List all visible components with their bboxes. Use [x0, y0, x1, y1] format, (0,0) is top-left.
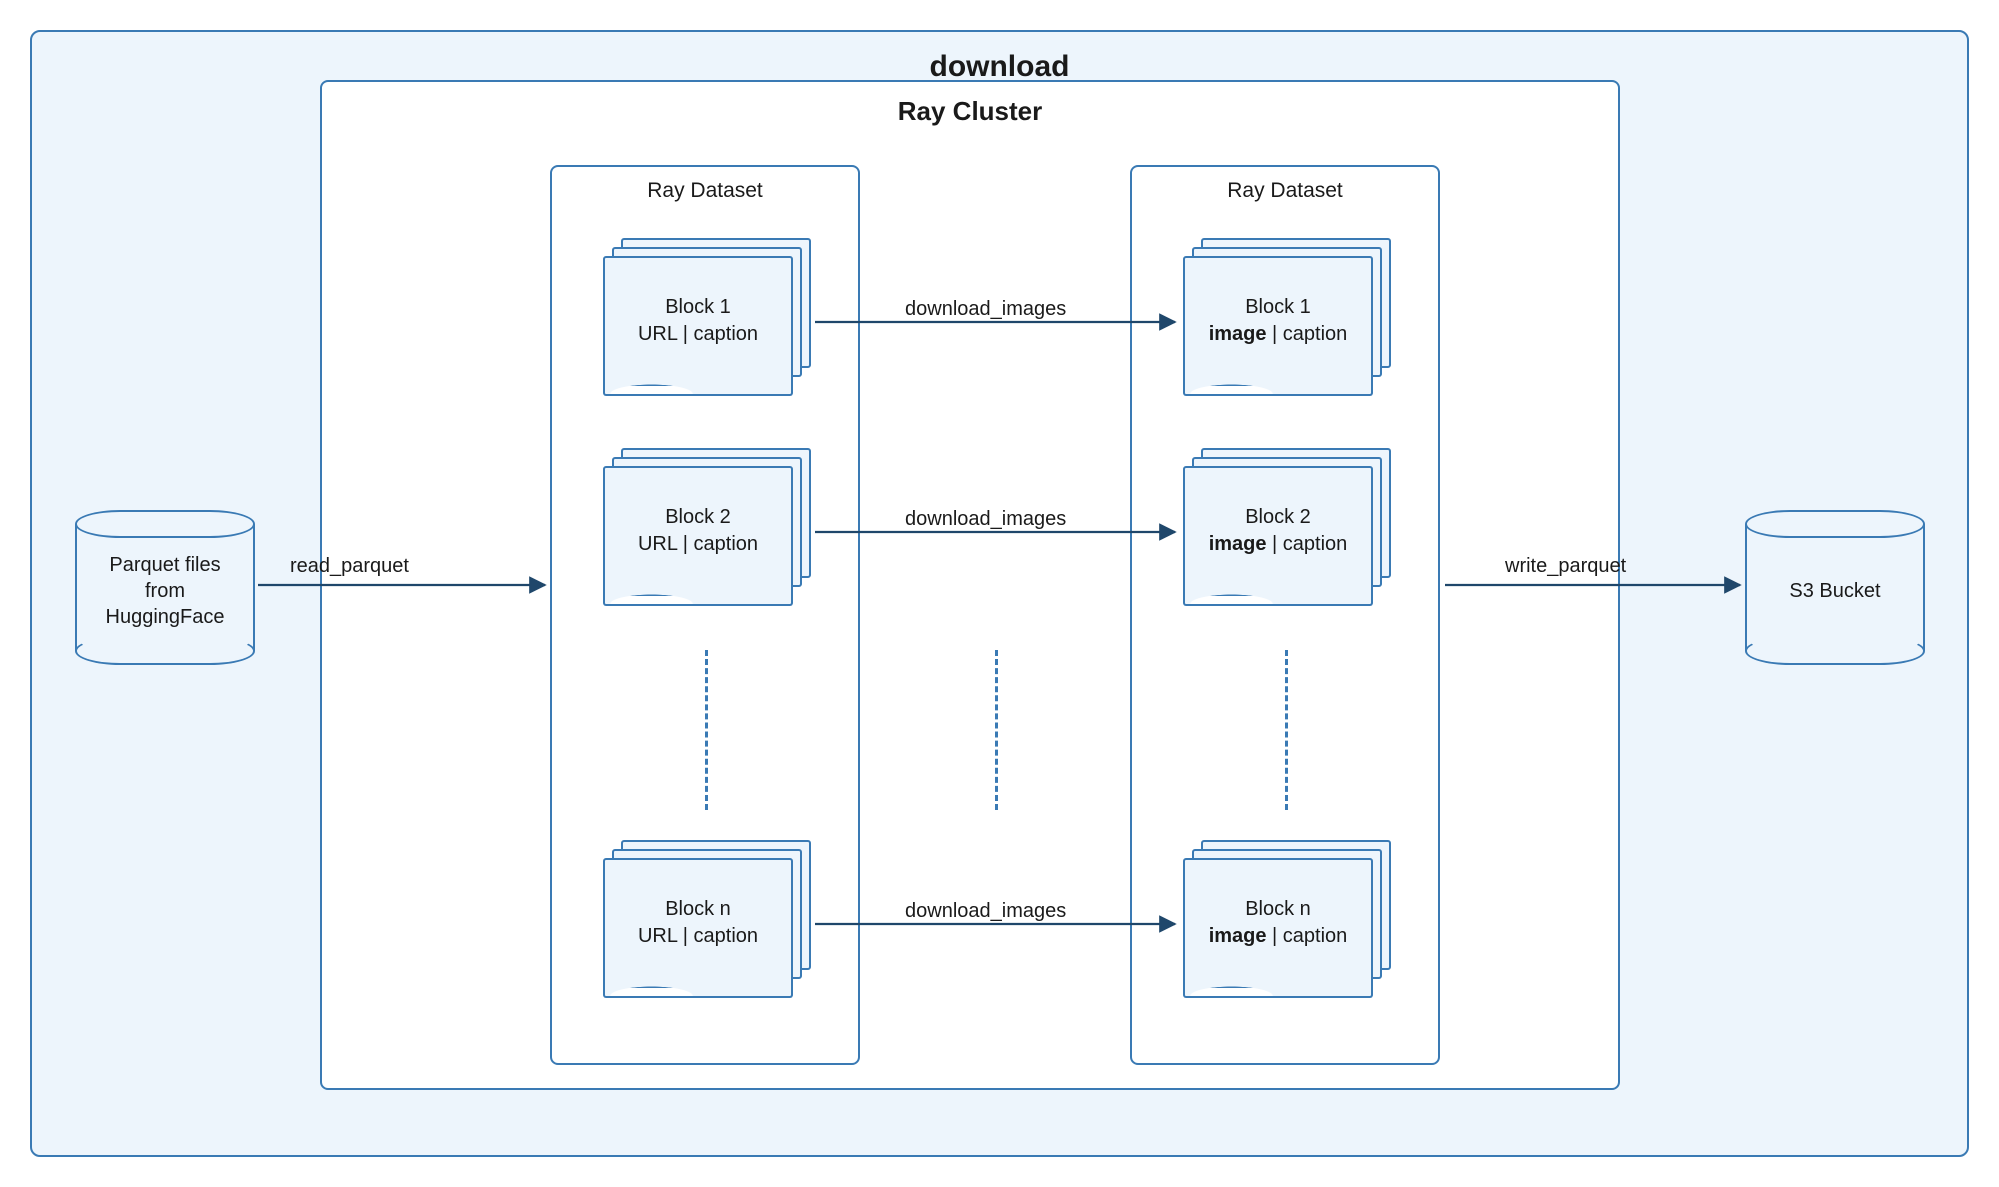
- edge-label-map-2: download_images: [905, 508, 1066, 531]
- document-stack-icon: Block 2 URL | caption: [603, 466, 793, 596]
- ray-dataset-right-title: Ray Dataset: [1132, 179, 1438, 203]
- document-stack-icon: Block n image | caption: [1183, 858, 1373, 988]
- block-id: Block n: [665, 896, 731, 923]
- block-schema: URL | caption: [638, 923, 758, 950]
- cylinder-icon: [75, 510, 255, 538]
- left-block-2: Block 2 URL | caption: [603, 448, 803, 598]
- ray-dataset-left-title: Ray Dataset: [552, 179, 858, 203]
- parquet-source-label: Parquet files from HuggingFace: [106, 552, 225, 630]
- block-schema: URL | caption: [638, 321, 758, 348]
- edge-label-map-n: download_images: [905, 900, 1066, 923]
- ellipsis-dashes-icon: [995, 650, 1000, 810]
- ellipsis-dashes-icon: [1285, 650, 1290, 810]
- left-block-1: Block 1 URL | caption: [603, 238, 803, 388]
- block-id: Block n: [1245, 896, 1311, 923]
- block-id: Block 1: [1245, 294, 1311, 321]
- document-stack-icon: Block n URL | caption: [603, 858, 793, 988]
- cylinder-icon: [1745, 637, 1925, 665]
- s3-bucket-label: S3 Bucket: [1789, 578, 1880, 604]
- right-block-2: Block 2 image | caption: [1183, 448, 1383, 598]
- block-schema: image | caption: [1209, 531, 1348, 558]
- block-schema: URL | caption: [638, 531, 758, 558]
- right-block-n: Block n image | caption: [1183, 840, 1383, 990]
- left-block-n: Block n URL | caption: [603, 840, 803, 990]
- block-schema: image | caption: [1209, 923, 1348, 950]
- cylinder-icon: [1745, 510, 1925, 538]
- download-stage-title: download: [32, 50, 1967, 84]
- edge-label-read: read_parquet: [290, 555, 409, 578]
- right-block-1: Block 1 image | caption: [1183, 238, 1383, 388]
- edge-label-map-1: download_images: [905, 298, 1066, 321]
- edge-label-write: write_parquet: [1505, 555, 1626, 578]
- document-stack-icon: Block 2 image | caption: [1183, 466, 1373, 596]
- block-schema: image | caption: [1209, 321, 1348, 348]
- ray-cluster-title: Ray Cluster: [322, 96, 1618, 127]
- document-stack-icon: Block 1 image | caption: [1183, 256, 1373, 386]
- parquet-source-cylinder: Parquet files from HuggingFace: [75, 510, 255, 665]
- cylinder-icon: [75, 637, 255, 665]
- s3-bucket-cylinder: S3 Bucket: [1745, 510, 1925, 665]
- block-id: Block 1: [665, 294, 731, 321]
- block-id: Block 2: [1245, 504, 1311, 531]
- ellipsis-dashes-icon: [705, 650, 710, 810]
- document-stack-icon: Block 1 URL | caption: [603, 256, 793, 386]
- block-id: Block 2: [665, 504, 731, 531]
